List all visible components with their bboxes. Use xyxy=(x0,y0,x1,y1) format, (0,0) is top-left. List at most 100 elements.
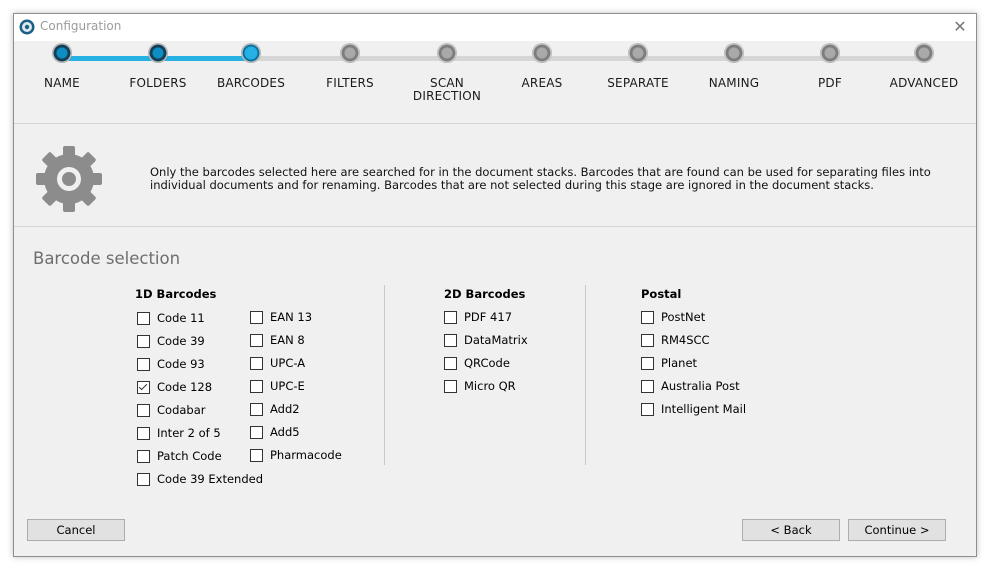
divider xyxy=(14,226,976,227)
checkbox-micro-qr[interactable]: Micro QR xyxy=(444,378,516,394)
checkbox-unchecked-icon[interactable] xyxy=(444,310,457,324)
checkbox-unchecked-icon[interactable] xyxy=(137,357,150,371)
checkbox-patch-code[interactable]: Patch Code xyxy=(137,448,222,464)
checkbox-label: Patch Code xyxy=(157,449,222,463)
checkbox-label: Add5 xyxy=(270,425,300,439)
group-title-2d: 2D Barcodes xyxy=(444,287,526,301)
checkbox-code-39-extended[interactable]: Code 39 Extended xyxy=(137,471,263,487)
checkbox-code-128[interactable]: Code 128 xyxy=(137,379,212,395)
back-button[interactable]: < Back xyxy=(742,519,840,541)
step-indicator-icon xyxy=(532,43,552,63)
step-indicator-icon xyxy=(437,43,457,63)
continue-button[interactable]: Continue > xyxy=(848,519,946,541)
configuration-window: Configuration ✕ NAME FOLDERS BARCODES FILTE… xyxy=(13,13,977,557)
checkbox-upc-a[interactable]: UPC-A xyxy=(250,355,305,371)
checkbox-unchecked-icon[interactable] xyxy=(641,333,654,347)
divider xyxy=(14,123,976,124)
checkbox-unchecked-icon[interactable] xyxy=(444,356,457,370)
checkbox-upc-e[interactable]: UPC-E xyxy=(250,378,305,394)
step-indicator-icon xyxy=(241,43,261,63)
checkbox-postnet[interactable]: PostNet xyxy=(641,309,705,325)
checkbox-checked-icon[interactable] xyxy=(137,380,150,394)
column-divider xyxy=(384,285,385,465)
app-gear-icon xyxy=(19,19,35,35)
checkbox-code-93[interactable]: Code 93 xyxy=(137,356,205,372)
checkbox-label: DataMatrix xyxy=(464,333,528,347)
checkbox-code-11[interactable]: Code 11 xyxy=(137,310,205,326)
checkbox-unchecked-icon[interactable] xyxy=(444,333,457,347)
checkbox-unchecked-icon[interactable] xyxy=(641,310,654,324)
checkbox-unchecked-icon[interactable] xyxy=(137,403,150,417)
checkbox-unchecked-icon[interactable] xyxy=(250,379,263,393)
checkbox-label: Australia Post xyxy=(661,379,740,393)
cancel-button[interactable]: Cancel xyxy=(27,519,125,541)
checkbox-label: Micro QR xyxy=(464,379,516,393)
checkbox-label: RM4SCC xyxy=(661,333,710,347)
step-indicator-icon xyxy=(340,43,360,63)
checkbox-ean-13[interactable]: EAN 13 xyxy=(250,309,312,325)
section-title: Barcode selection xyxy=(33,249,181,268)
step-indicator-icon xyxy=(724,43,744,63)
checkbox-label: Planet xyxy=(661,356,698,370)
checkbox-label: Code 11 xyxy=(157,311,205,325)
step-indicator-icon xyxy=(820,43,840,63)
checkbox-unchecked-icon[interactable] xyxy=(137,449,150,463)
checkbox-unchecked-icon[interactable] xyxy=(641,379,654,393)
checkbox-qrcode[interactable]: QRCode xyxy=(444,355,510,371)
checkbox-pharmacode[interactable]: Pharmacode xyxy=(250,447,342,463)
checkbox-label: Inter 2 of 5 xyxy=(157,426,221,440)
checkbox-label: UPC-A xyxy=(270,356,306,370)
checkbox-datamatrix[interactable]: DataMatrix xyxy=(444,332,528,348)
checkbox-australia-post[interactable]: Australia Post xyxy=(641,378,740,394)
step-indicator-icon xyxy=(148,43,168,63)
checkbox-label: PostNet xyxy=(661,310,706,324)
checkbox-add2[interactable]: Add2 xyxy=(250,401,300,417)
checkbox-unchecked-icon[interactable] xyxy=(250,310,263,324)
checkbox-unchecked-icon[interactable] xyxy=(641,356,654,370)
checkbox-unchecked-icon[interactable] xyxy=(137,311,150,325)
checkbox-label: UPC-E xyxy=(270,379,305,393)
checkbox-unchecked-icon[interactable] xyxy=(250,333,263,347)
checkbox-label: Add2 xyxy=(270,402,300,416)
title-bar: Configuration ✕ xyxy=(14,14,976,41)
wizard-step-advanced[interactable]: ADVANCED xyxy=(864,43,984,90)
close-icon[interactable]: ✕ xyxy=(944,14,976,41)
checkbox-rm4scc[interactable]: RM4SCC xyxy=(641,332,710,348)
checkbox-intelligent-mail[interactable]: Intelligent Mail xyxy=(641,401,746,417)
gear-icon xyxy=(36,146,102,212)
checkbox-unchecked-icon[interactable] xyxy=(641,402,654,416)
wizard-steps: NAME FOLDERS BARCODES FILTERS SCAN DIRECTION… xyxy=(14,41,976,123)
checkbox-pdf-417[interactable]: PDF 417 xyxy=(444,309,512,325)
checkbox-unchecked-icon[interactable] xyxy=(250,356,263,370)
checkbox-add5[interactable]: Add5 xyxy=(250,424,300,440)
checkbox-unchecked-icon[interactable] xyxy=(137,426,150,440)
checkbox-unchecked-icon[interactable] xyxy=(250,402,263,416)
step-label: ADVANCED xyxy=(889,76,959,90)
info-text: Only the barcodes selected here are sear… xyxy=(150,165,931,192)
checkbox-unchecked-icon[interactable] xyxy=(137,472,150,486)
group-title-postal: Postal xyxy=(641,287,682,301)
step-indicator-icon xyxy=(628,43,648,63)
step-indicator-icon xyxy=(914,43,934,63)
checkbox-inter-2-of-5[interactable]: Inter 2 of 5 xyxy=(137,425,221,441)
checkbox-unchecked-icon[interactable] xyxy=(250,425,263,439)
step-indicator-icon xyxy=(52,43,72,63)
checkbox-code-39[interactable]: Code 39 xyxy=(137,333,205,349)
checkbox-label: PDF 417 xyxy=(464,310,513,324)
checkbox-label: Codabar xyxy=(157,403,206,417)
group-title-1d: 1D Barcodes xyxy=(135,287,217,301)
checkbox-planet[interactable]: Planet xyxy=(641,355,697,371)
checkbox-unchecked-icon[interactable] xyxy=(137,334,150,348)
column-divider xyxy=(585,285,586,465)
checkbox-label: Code 39 Extended xyxy=(157,472,264,486)
checkbox-label: EAN 13 xyxy=(270,310,313,324)
checkbox-unchecked-icon[interactable] xyxy=(444,379,457,393)
checkbox-codabar[interactable]: Codabar xyxy=(137,402,206,418)
checkbox-ean-8[interactable]: EAN 8 xyxy=(250,332,305,348)
checkbox-unchecked-icon[interactable] xyxy=(250,448,263,462)
checkbox-label: Intelligent Mail xyxy=(661,402,747,416)
checkbox-label: Code 93 xyxy=(157,357,205,371)
checkbox-label: Pharmacode xyxy=(270,448,342,462)
checkbox-label: Code 39 xyxy=(157,334,205,348)
checkbox-label: EAN 8 xyxy=(270,333,305,347)
